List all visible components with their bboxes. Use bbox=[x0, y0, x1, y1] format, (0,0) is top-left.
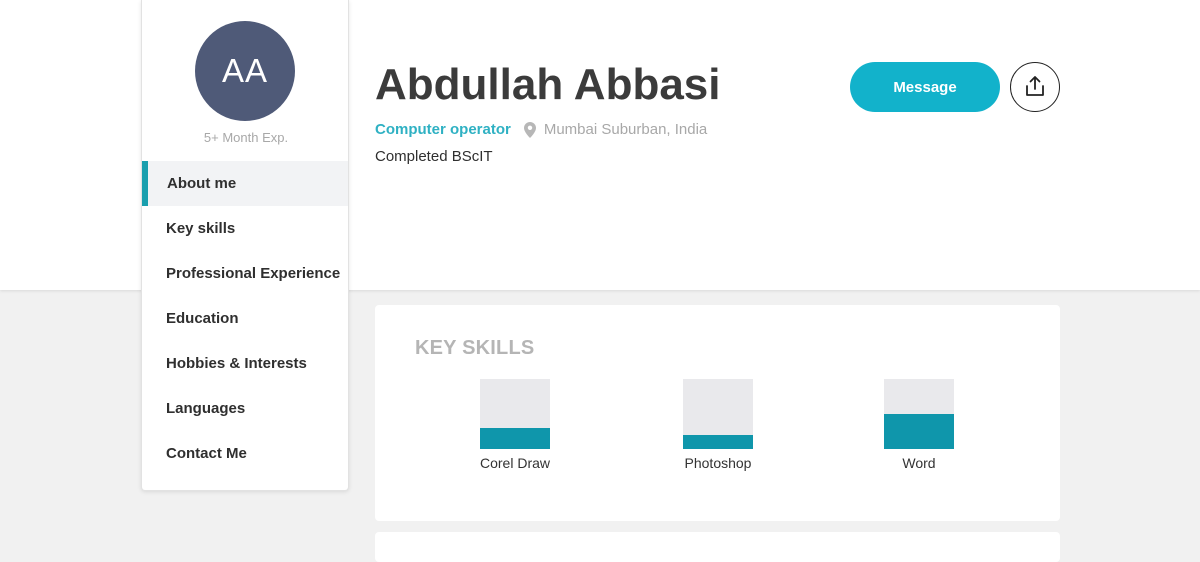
nav-item-languages[interactable]: Languages bbox=[142, 386, 348, 431]
skill-bar-fill bbox=[884, 414, 954, 449]
nav-item-key-skills[interactable]: Key skills bbox=[142, 206, 348, 251]
skill-bar bbox=[480, 379, 550, 449]
profile-role: Computer operator bbox=[375, 121, 511, 138]
location-pin-icon bbox=[523, 121, 536, 138]
avatar-initials: AA bbox=[221, 52, 269, 89]
next-section-card bbox=[375, 532, 1060, 562]
skill-bar bbox=[683, 379, 753, 449]
skill-bar-fill bbox=[683, 435, 753, 449]
profile-sidebar: AA 5+ Month Exp. About me Key skills Pro… bbox=[141, 0, 349, 491]
nav-item-contact-me[interactable]: Contact Me bbox=[142, 431, 348, 476]
avatar: AA bbox=[195, 21, 295, 121]
skill-name: Corel Draw bbox=[479, 455, 550, 471]
experience-label: 5+ Month Exp. bbox=[203, 130, 289, 145]
profile-location: Mumbai Suburban, India bbox=[543, 121, 708, 138]
skill-bar bbox=[884, 379, 954, 449]
skill-bar-fill bbox=[480, 428, 550, 449]
skill-item: Corel Draw bbox=[455, 379, 575, 471]
nav-item-education[interactable]: Education bbox=[142, 296, 348, 341]
skill-item: Photoshop bbox=[658, 379, 778, 471]
profile-qualification: Completed BScIT bbox=[375, 148, 493, 165]
key-skills-card: KEY SKILLS Corel Draw Photoshop Word bbox=[375, 305, 1060, 521]
profile-name: Abdullah Abbasi bbox=[375, 60, 721, 109]
nav-item-hobbies-interests[interactable]: Hobbies & Interests bbox=[142, 341, 348, 386]
key-skills-title: KEY SKILLS bbox=[415, 337, 535, 359]
share-button[interactable] bbox=[1010, 62, 1060, 112]
message-button[interactable]: Message bbox=[850, 62, 1000, 112]
section-nav: About me Key skills Professional Experie… bbox=[142, 161, 348, 476]
nav-item-professional-experience[interactable]: Professional Experience bbox=[142, 251, 348, 296]
profile-meta: Computer operator Mumbai Suburban, India bbox=[375, 121, 707, 138]
skill-name: Word bbox=[902, 455, 936, 471]
skill-item: Word bbox=[859, 379, 979, 471]
skill-name: Photoshop bbox=[684, 455, 752, 471]
nav-item-about-me[interactable]: About me bbox=[142, 161, 348, 206]
share-icon bbox=[1025, 75, 1045, 100]
